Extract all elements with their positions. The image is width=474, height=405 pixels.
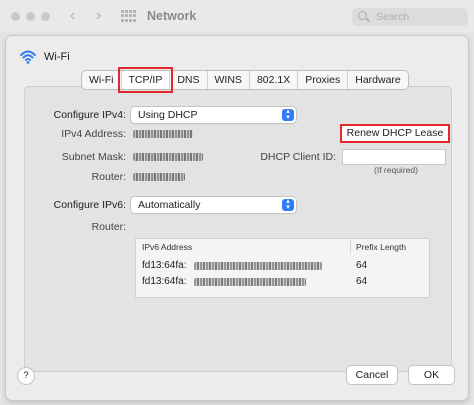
prefix-length-cell: 64 xyxy=(356,276,368,287)
tab-8021x[interactable]: 802.1X xyxy=(250,71,299,89)
tab-tcpip[interactable]: TCP/IP xyxy=(117,67,174,93)
configure-ipv4-select[interactable]: Using DHCP ▴ ▾ xyxy=(131,107,296,123)
title-bar: ‹ › Network xyxy=(0,0,474,32)
cancel-button[interactable]: Cancel xyxy=(347,366,397,384)
renew-dhcp-lease-button[interactable]: Renew DHCP Lease xyxy=(340,124,450,143)
help-button[interactable]: ? xyxy=(18,368,34,384)
chevron-updown-icon: ▴ ▾ xyxy=(282,198,294,211)
ipv6-address-cell: fd13:64fa: xyxy=(142,276,187,287)
wifi-icon xyxy=(20,50,36,64)
router-redacted xyxy=(133,173,185,181)
tab-wifi[interactable]: Wi-Fi xyxy=(82,71,122,89)
configure-ipv4-value: Using DHCP xyxy=(138,109,198,121)
prefix-length-cell: 64 xyxy=(356,260,368,271)
close-window-button[interactable] xyxy=(11,12,20,21)
chevron-updown-icon: ▴ ▾ xyxy=(282,108,294,121)
dhcp-client-id-label: DHCP Client ID: xyxy=(260,151,336,163)
tab-wins[interactable]: WINS xyxy=(208,71,250,89)
ipv6-address-header: IPv6 Address xyxy=(142,242,193,252)
forward-arrow-icon[interactable]: › xyxy=(96,7,101,25)
advanced-settings-sheet: Wi-Fi Wi-Fi TCP/IP DNS WINS 802.1X Proxi… xyxy=(6,36,468,400)
subnet-mask-redacted xyxy=(133,153,203,161)
configure-ipv4-label: Configure IPv4: xyxy=(53,109,126,121)
zoom-window-button[interactable] xyxy=(41,12,50,21)
search-field[interactable] xyxy=(352,8,468,26)
search-icon xyxy=(358,11,367,20)
prefix-length-header: Prefix Length xyxy=(356,242,407,252)
if-required-note: (If required) xyxy=(374,165,418,175)
ipv6-address-table: IPv6 Address Prefix Length fd13:64fa: 64… xyxy=(135,238,430,298)
router6-label: Router: xyxy=(91,221,126,233)
dhcp-client-id-input[interactable] xyxy=(342,149,446,165)
back-arrow-icon[interactable]: ‹ xyxy=(70,7,75,25)
configure-ipv6-select[interactable]: Automatically ▴ ▾ xyxy=(131,197,296,213)
ok-button[interactable]: OK xyxy=(409,366,454,384)
tab-dns[interactable]: DNS xyxy=(170,71,208,89)
ipv4-address-label: IPv4 Address: xyxy=(61,128,126,140)
router-label: Router: xyxy=(91,171,126,183)
window-title: Network xyxy=(147,9,197,23)
tab-hardware[interactable]: Hardware xyxy=(348,71,408,89)
show-all-grid-icon[interactable] xyxy=(121,10,137,22)
subnet-mask-label: Subnet Mask: xyxy=(61,151,126,163)
ipv6-address-redacted xyxy=(194,278,306,286)
minimize-window-button[interactable] xyxy=(26,12,35,21)
tab-bar: Wi-Fi TCP/IP DNS WINS 802.1X Proxies Har… xyxy=(81,67,409,93)
tab-proxies[interactable]: Proxies xyxy=(298,71,349,89)
column-separator xyxy=(350,241,351,253)
ipv6-address-cell: fd13:64fa: xyxy=(142,260,187,271)
configure-ipv6-value: Automatically xyxy=(138,199,201,211)
service-name: Wi-Fi xyxy=(44,51,70,63)
search-input[interactable] xyxy=(374,10,468,24)
ipv4-address-redacted xyxy=(133,130,193,138)
ipv6-address-redacted xyxy=(194,262,322,270)
configure-ipv6-label: Configure IPv6: xyxy=(53,199,126,211)
